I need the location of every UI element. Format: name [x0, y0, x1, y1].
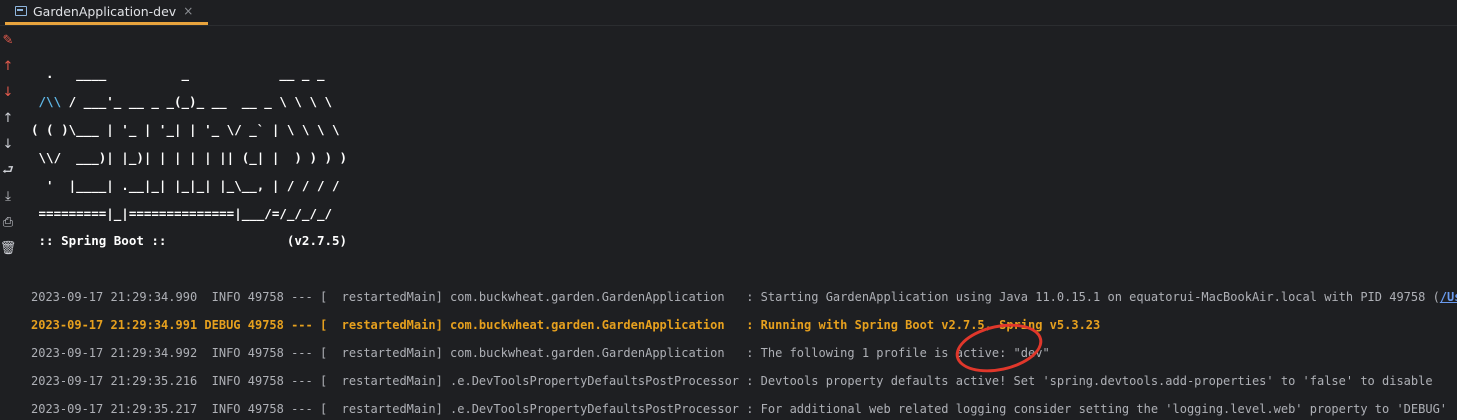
- trash-icon[interactable]: 🗑: [0, 238, 16, 258]
- next-error-icon[interactable]: ↓: [0, 82, 16, 102]
- scroll-down-icon[interactable]: ↓: [0, 134, 16, 154]
- close-icon[interactable]: ×: [183, 4, 193, 18]
- print-icon[interactable]: ⎙: [0, 212, 16, 232]
- tab-bar: GardenApplication-dev ×: [0, 0, 1457, 26]
- console-icon: [15, 6, 27, 16]
- banner-line: ' |____| .__|_| |_|_| |_\__, | / / / /: [31, 178, 340, 193]
- soft-wrap-icon[interactable]: ⮐: [0, 160, 16, 180]
- log-path-link[interactable]: /Users/eq: [1440, 290, 1457, 304]
- banner-line: . ____ _ __ _ _: [31, 66, 325, 81]
- banner-line: /\\ / ___'_ __ _ _(_)_ __ __ _ \ \ \ \: [31, 92, 333, 112]
- banner-line: \\/ ___)| |_)| | | | | || (_| | ) ) ) ): [31, 150, 348, 165]
- previous-error-icon[interactable]: ↑: [0, 56, 16, 76]
- log-text: 2023-09-17 21:29:34.991 DEBUG 49758 --- …: [31, 318, 1101, 332]
- log-line: 2023-09-17 21:29:35.217 INFO 49758 --- […: [31, 399, 1447, 419]
- scroll-up-icon[interactable]: ↑: [0, 108, 16, 128]
- spring-boot-version-line: :: Spring Boot :: (v2.7.5): [31, 233, 348, 248]
- log-text: 2023-09-17 21:29:35.216 INFO 49758 --- […: [31, 374, 1433, 388]
- tab-title: GardenApplication-dev: [33, 3, 177, 19]
- tab-run-config[interactable]: GardenApplication-dev ×: [5, 0, 208, 25]
- banner-cyan-segment: /\\: [38, 94, 62, 109]
- log-text: 2023-09-17 21:29:34.990 INFO 49758 --- […: [31, 290, 1440, 304]
- banner-line: ( ( )\___ | '_ | '_| | '_ \/ _` | \ \ \ …: [31, 122, 340, 137]
- banner-prefix: [31, 94, 39, 109]
- console-toolbar: ✎ ↑ ↓ ↑ ↓ ⮐ ⤓ ⎙ 🗑: [0, 26, 16, 420]
- log-line: 2023-09-17 21:29:34.992 INFO 49758 --- […: [31, 343, 1050, 363]
- scroll-to-end-icon[interactable]: ⤓: [0, 186, 16, 206]
- log-line: 2023-09-17 21:29:34.990 INFO 49758 --- […: [31, 287, 1457, 307]
- banner-rest: / ___'_ __ _ _(_)_ __ __ _ \ \ \ \: [61, 94, 333, 109]
- log-text: 2023-09-17 21:29:34.992 INFO 49758 --- […: [31, 346, 1050, 360]
- banner-line: =========|_|==============|___/=/_/_/_/: [31, 206, 333, 221]
- log-text: 2023-09-17 21:29:35.217 INFO 49758 --- […: [31, 402, 1448, 416]
- log-line: 2023-09-17 21:29:35.216 INFO 49758 --- […: [31, 371, 1433, 391]
- log-line-debug: 2023-09-17 21:29:34.991 DEBUG 49758 --- …: [31, 315, 1100, 335]
- console-output[interactable]: . ____ _ __ _ _ /\\ / ___'_ __ _ _(_)_ _…: [31, 26, 1457, 420]
- clear-icon[interactable]: ✎: [0, 30, 16, 50]
